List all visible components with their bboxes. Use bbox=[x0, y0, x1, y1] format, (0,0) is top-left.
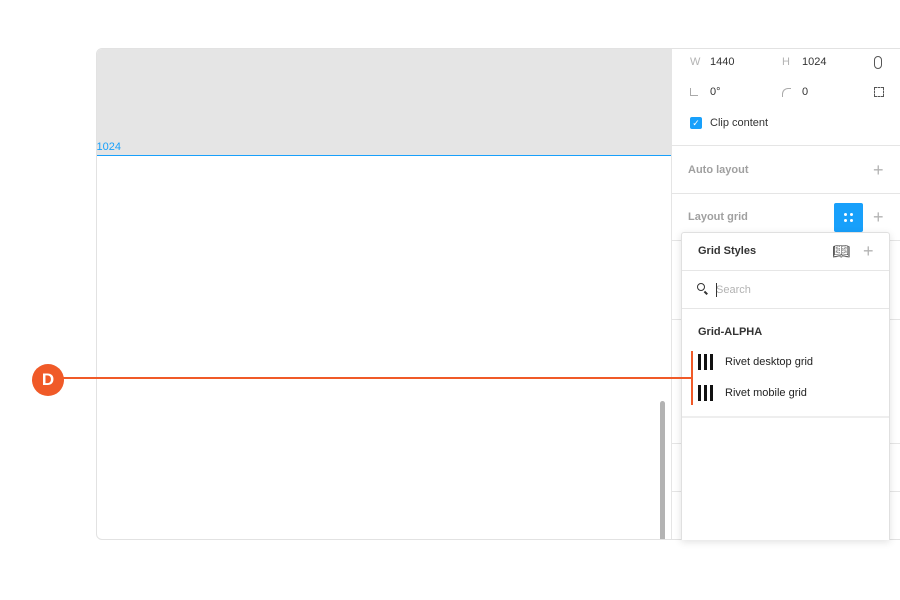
grid-style-label: Rivet mobile grid bbox=[725, 387, 807, 399]
height-input[interactable]: 1024 bbox=[802, 56, 826, 68]
clip-content-label: Clip content bbox=[710, 117, 769, 129]
auto-layout-title: Auto layout bbox=[688, 164, 749, 176]
divider bbox=[672, 193, 900, 194]
divider bbox=[682, 416, 889, 418]
independent-corners-icon[interactable] bbox=[874, 87, 884, 97]
library-book-icon[interactable]: 📖︎ bbox=[832, 243, 850, 260]
rotation-input[interactable]: 0° bbox=[710, 86, 721, 98]
rotation-icon bbox=[690, 88, 698, 96]
size-row: W 1440 H 1024 bbox=[672, 53, 900, 71]
grid-styles-button[interactable] bbox=[834, 203, 863, 232]
annotation-bracket bbox=[691, 351, 693, 405]
corner-radius-icon bbox=[782, 87, 791, 97]
create-style-icon[interactable]: + bbox=[863, 242, 874, 260]
width-input[interactable]: 1440 bbox=[710, 56, 734, 68]
frame-selection-edge bbox=[97, 155, 671, 156]
grid-columns-icon bbox=[698, 354, 713, 370]
grid-style-label: Rivet desktop grid bbox=[725, 356, 814, 368]
library-name: Grid-ALPHA bbox=[698, 326, 763, 338]
canvas[interactable]: x1024 bbox=[96, 49, 671, 539]
search-input[interactable]: Search bbox=[716, 284, 751, 296]
grid-style-item[interactable]: Rivet desktop grid bbox=[698, 354, 813, 370]
divider bbox=[672, 145, 900, 146]
height-label: H bbox=[782, 56, 790, 68]
add-layout-grid-icon[interactable]: + bbox=[873, 208, 884, 226]
grid-styles-title: Grid Styles bbox=[698, 245, 757, 257]
annotation-badge: D bbox=[32, 364, 64, 396]
frame-size-label: x1024 bbox=[96, 141, 121, 153]
grid-columns-icon bbox=[698, 385, 713, 401]
add-auto-layout-icon[interactable]: + bbox=[873, 161, 884, 179]
radius-input[interactable]: 0 bbox=[802, 86, 808, 98]
annotation-line bbox=[62, 377, 692, 379]
width-label: W bbox=[690, 56, 701, 68]
grid-style-item[interactable]: Rivet mobile grid bbox=[698, 385, 807, 401]
divider bbox=[682, 308, 889, 309]
layout-grid-title: Layout grid bbox=[688, 211, 748, 223]
clip-content-checkbox[interactable]: ✓ bbox=[690, 117, 702, 129]
divider bbox=[682, 270, 889, 271]
search-icon bbox=[697, 283, 705, 291]
scrollbar[interactable] bbox=[660, 401, 665, 539]
constrain-proportions-icon[interactable] bbox=[874, 55, 882, 69]
text-cursor bbox=[716, 283, 717, 297]
grid-styles-popover: Grid Styles 📖︎ + Search Grid-ALPHA Rivet… bbox=[681, 232, 890, 540]
canvas-background bbox=[97, 49, 671, 156]
search-icon-handle bbox=[704, 290, 708, 295]
rotation-row: 0° 0 bbox=[672, 83, 900, 101]
